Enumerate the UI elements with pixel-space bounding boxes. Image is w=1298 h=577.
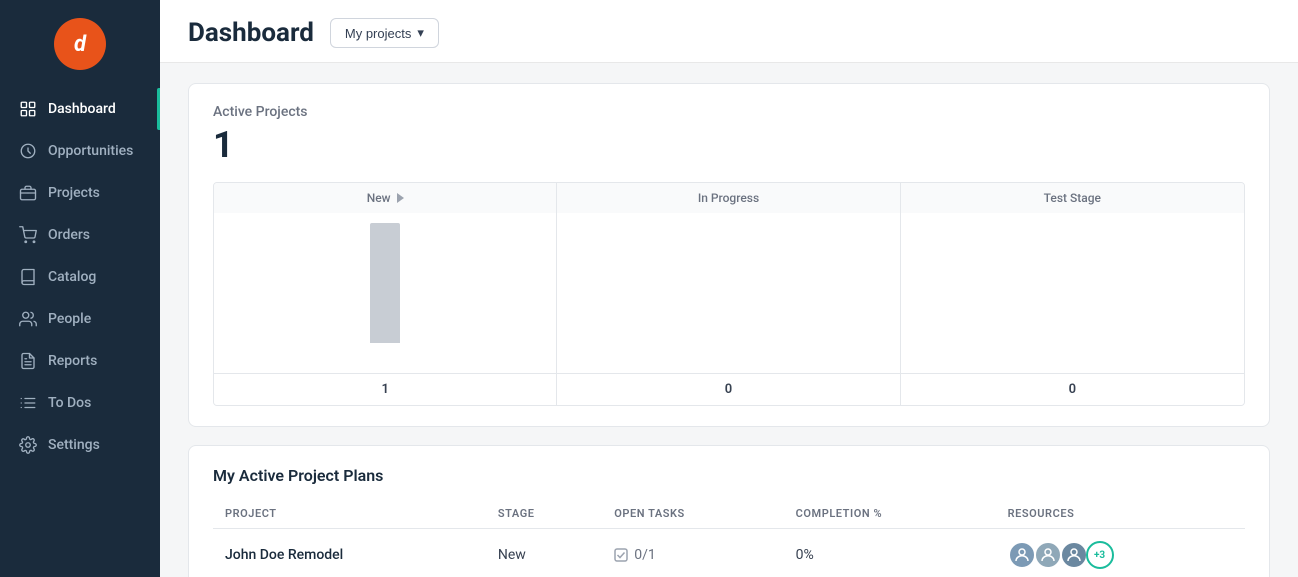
- sidebar-logo: d: [0, 0, 160, 88]
- table-body: John Doe Remodel New 0/1: [213, 529, 1245, 577]
- sidebar-item-label: Settings: [48, 437, 100, 453]
- sidebar-item-label: To Dos: [48, 395, 91, 411]
- active-projects-count: 1: [213, 124, 1245, 166]
- arrow-right-icon: [397, 193, 404, 203]
- chart-body: [214, 213, 1244, 373]
- gear-icon: [18, 435, 38, 455]
- col-header-stage: STAGE: [486, 499, 602, 529]
- avatar: [1008, 541, 1036, 569]
- cart-icon: [18, 225, 38, 245]
- col-header-resources: RESOURCES: [996, 499, 1245, 529]
- open-tasks-cell: 0/1: [614, 547, 771, 563]
- resources-cell: +3: [1008, 541, 1233, 569]
- col-header-completion: COMPLETION %: [784, 499, 996, 529]
- table-row: John Doe Remodel New 0/1: [213, 529, 1245, 577]
- sidebar-item-label: People: [48, 311, 91, 327]
- sidebar-item-label: Dashboard: [48, 101, 116, 117]
- active-projects-card: Active Projects 1 New In Progress Test S…: [188, 83, 1270, 427]
- grid-icon: [18, 99, 38, 119]
- sidebar-item-todos[interactable]: To Dos: [0, 382, 160, 424]
- chart-col-header-new: New: [214, 183, 557, 213]
- my-projects-dropdown[interactable]: My projects ▾: [330, 18, 439, 48]
- page-header: Dashboard My projects ▾: [160, 0, 1298, 63]
- app-logo: d: [54, 18, 106, 70]
- projects-chart: New In Progress Test Stage: [213, 182, 1245, 406]
- chart-val-teststage: 0: [901, 374, 1244, 405]
- project-plans-card: My Active Project Plans PROJECT STAGE OP…: [188, 445, 1270, 577]
- sidebar-item-label: Projects: [48, 185, 100, 201]
- sidebar-item-dashboard[interactable]: Dashboard: [0, 88, 160, 130]
- sidebar-item-people[interactable]: People: [0, 298, 160, 340]
- chart-col-inprogress: [557, 213, 900, 373]
- chart-footer: 1 0 0: [214, 373, 1244, 405]
- project-plans-title: My Active Project Plans: [213, 466, 1245, 485]
- avatar: [1060, 541, 1088, 569]
- chart-col-new: [214, 213, 557, 373]
- project-plans-table: PROJECT STAGE OPEN TASKS COMPLETION % RE…: [213, 499, 1245, 577]
- sidebar-item-settings[interactable]: Settings: [0, 424, 160, 466]
- chart-header: New In Progress Test Stage: [214, 183, 1244, 213]
- active-projects-label: Active Projects: [213, 104, 1245, 120]
- page-title: Dashboard: [188, 18, 314, 48]
- checkbox-icon: [614, 548, 628, 562]
- chart-col-teststage: [901, 213, 1244, 373]
- col-header-project: PROJECT: [213, 499, 486, 529]
- project-completion: 0%: [784, 529, 996, 577]
- briefcase-icon: [18, 183, 38, 203]
- sidebar-item-label: Catalog: [48, 269, 96, 285]
- sidebar-item-orders[interactable]: Orders: [0, 214, 160, 256]
- project-name: John Doe Remodel: [213, 529, 486, 577]
- sidebar-item-projects[interactable]: Projects: [0, 172, 160, 214]
- chevron-down-icon: ▾: [417, 25, 424, 41]
- sidebar: d Dashboard Opportunities Projects: [0, 0, 160, 577]
- main-content: Dashboard My projects ▾ Active Projects …: [160, 0, 1298, 577]
- chart-bar-new: [370, 223, 400, 343]
- opportunities-icon: [18, 141, 38, 161]
- project-stage: New: [486, 529, 602, 577]
- avatar-more-count: +3: [1086, 541, 1114, 569]
- table-header: PROJECT STAGE OPEN TASKS COMPLETION % RE…: [213, 499, 1245, 529]
- users-icon: [18, 309, 38, 329]
- sidebar-item-opportunities[interactable]: Opportunities: [0, 130, 160, 172]
- content-area: Active Projects 1 New In Progress Test S…: [160, 63, 1298, 577]
- project-resources: +3: [996, 529, 1245, 577]
- sidebar-item-label: Orders: [48, 227, 90, 243]
- sidebar-item-label: Opportunities: [48, 143, 133, 159]
- chart-col-header-inprogress: In Progress: [557, 183, 900, 213]
- sidebar-item-catalog[interactable]: Catalog: [0, 256, 160, 298]
- sidebar-item-reports[interactable]: Reports: [0, 340, 160, 382]
- chart-col-header-teststage: Test Stage: [901, 183, 1244, 213]
- sidebar-item-label: Reports: [48, 353, 97, 369]
- book-icon: [18, 267, 38, 287]
- list-icon: [18, 393, 38, 413]
- chart-val-new: 1: [214, 374, 557, 405]
- chart-val-inprogress: 0: [557, 374, 900, 405]
- project-open-tasks: 0/1: [602, 529, 783, 577]
- reports-icon: [18, 351, 38, 371]
- avatar: [1034, 541, 1062, 569]
- col-header-open-tasks: OPEN TASKS: [602, 499, 783, 529]
- sidebar-nav: Dashboard Opportunities Projects Orders: [0, 88, 160, 577]
